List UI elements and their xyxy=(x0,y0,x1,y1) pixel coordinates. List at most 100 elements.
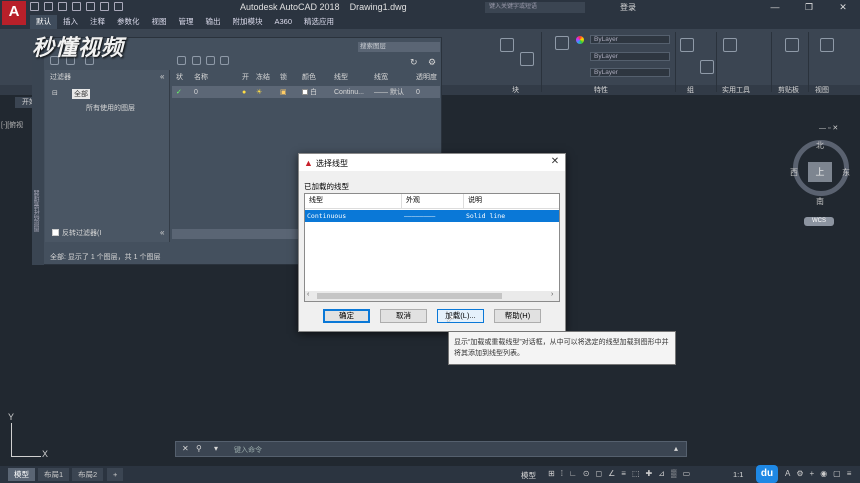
col-linetype[interactable]: 线型 xyxy=(330,72,370,83)
ungroup-icon[interactable] xyxy=(700,60,714,74)
grid-icon[interactable]: ⊞ xyxy=(548,469,555,478)
ucs-icon[interactable]: ⊿ xyxy=(658,469,665,478)
sun-icon[interactable]: ☀ xyxy=(252,88,276,96)
viewport-controls[interactable]: [-][俯视 xyxy=(1,120,23,130)
compass-south[interactable]: 南 xyxy=(816,196,824,207)
linetype-select[interactable]: ByLayer xyxy=(590,68,670,77)
lineweight-select[interactable]: ByLayer xyxy=(590,52,670,61)
ok-button[interactable]: 确定 xyxy=(323,309,370,323)
view-base-icon[interactable] xyxy=(820,38,834,52)
linetype-list-scrollbar[interactable]: ‹ › xyxy=(305,291,559,301)
tab-output[interactable]: 输出 xyxy=(200,15,227,29)
set-current-icon[interactable] xyxy=(220,56,229,65)
dynamic-input-icon[interactable]: ▭ xyxy=(683,469,691,478)
annotation-visibility-icon[interactable]: A xyxy=(785,469,790,478)
compass-north[interactable]: 北 xyxy=(816,140,824,151)
recent-commands-icon[interactable]: ▾ xyxy=(214,444,218,453)
layer-linetype[interactable]: Continu... xyxy=(330,89,370,96)
ortho-icon[interactable]: ∟ xyxy=(569,469,577,478)
isolate-icon[interactable]: ◉ xyxy=(820,469,827,478)
tab-featured-apps[interactable]: 精选应用 xyxy=(298,15,340,29)
filter-all-used-layers[interactable]: 所有使用的图层 xyxy=(86,103,135,113)
scrollbar-thumb[interactable] xyxy=(317,293,502,299)
col-on[interactable]: 开 xyxy=(238,72,252,83)
ribbon-group-block[interactable]: 块 xyxy=(512,85,519,95)
annotation-monitor-icon[interactable]: ✚ xyxy=(646,469,653,478)
model-space-button[interactable]: 模型 xyxy=(521,470,536,481)
selection-cycling-icon[interactable]: ⬚ xyxy=(632,469,640,478)
tab-home[interactable]: 默认 xyxy=(30,15,57,29)
tab-parametric[interactable]: 参数化 xyxy=(111,15,146,29)
filter-all[interactable]: 全部 xyxy=(72,89,90,99)
wcs-menu[interactable]: WCS xyxy=(804,217,834,226)
cancel-button[interactable]: 取消 xyxy=(380,309,427,323)
scroll-left-icon[interactable]: ‹ xyxy=(307,291,309,298)
layer-color[interactable]: 白 xyxy=(298,87,330,97)
scroll-right-icon[interactable]: › xyxy=(551,291,553,298)
new-layer-icon[interactable] xyxy=(177,56,186,65)
otrack-icon[interactable]: ∠ xyxy=(608,469,615,478)
tab-a360[interactable]: A360 xyxy=(269,15,299,29)
layer-transparency[interactable]: 0 xyxy=(412,89,440,96)
redo-icon[interactable] xyxy=(114,2,123,11)
col-linetype[interactable]: 线型 xyxy=(305,194,402,208)
command-input[interactable]: 键入命令 xyxy=(234,445,262,455)
app-menu-button[interactable]: A xyxy=(2,1,26,25)
delete-layer-icon[interactable] xyxy=(206,56,215,65)
restore-icon[interactable]: ❐ xyxy=(792,0,826,15)
osnap-icon[interactable]: ◻ xyxy=(595,469,602,478)
collapse-filter-icon[interactable]: « xyxy=(160,228,164,237)
plus-icon[interactable]: + xyxy=(810,469,815,478)
paste-icon[interactable] xyxy=(785,38,799,52)
measure-icon[interactable] xyxy=(723,38,737,52)
layer-name[interactable]: 0 xyxy=(190,89,238,96)
ribbon-group-group[interactable]: 组 xyxy=(687,85,694,95)
save-icon[interactable] xyxy=(58,2,67,11)
ribbon-group-properties[interactable]: 特性 xyxy=(594,85,608,95)
col-color[interactable]: 颜色 xyxy=(298,72,330,83)
transparency-icon[interactable]: ▒ xyxy=(671,469,677,478)
ribbon-group-clipboard[interactable]: 剪贴板 xyxy=(778,85,799,95)
layer-search-input[interactable]: 搜索图层 xyxy=(358,42,440,52)
clean-screen-icon[interactable]: ▢ xyxy=(833,469,841,478)
load-button[interactable]: 加载(L)... xyxy=(437,309,484,323)
match-properties-icon[interactable] xyxy=(555,36,569,50)
tab-layout1[interactable]: 布局1 xyxy=(38,468,70,481)
save-as-icon[interactable] xyxy=(72,2,81,11)
tab-manage[interactable]: 管理 xyxy=(173,15,200,29)
color-wheel-icon[interactable] xyxy=(576,36,584,44)
close-icon[interactable]: ✕ xyxy=(826,0,860,15)
help-search-input[interactable]: 键入关键字或短语 xyxy=(485,2,585,13)
col-description[interactable]: 说明 xyxy=(464,194,559,208)
col-freeze[interactable]: 冻结 xyxy=(252,72,276,83)
tab-addins[interactable]: 附加模块 xyxy=(227,15,269,29)
col-appearance[interactable]: 外观 xyxy=(402,194,464,208)
refresh-icon[interactable]: ↻ xyxy=(410,57,418,68)
close-icon[interactable]: ✕ xyxy=(182,444,189,453)
collapse-filter-icon[interactable]: « xyxy=(160,72,164,81)
customization-icon[interactable]: ≡ xyxy=(847,469,852,478)
snap-icon[interactable]: ⁞ xyxy=(561,469,563,478)
settings-icon[interactable]: ⚙ xyxy=(428,57,436,68)
polar-icon[interactable]: ⊙ xyxy=(583,469,590,478)
annotation-scale[interactable]: 1:1 xyxy=(733,470,743,479)
col-lineweight[interactable]: 线宽 xyxy=(370,72,412,83)
col-name[interactable]: 名称 xyxy=(190,72,238,83)
col-transparency[interactable]: 透明度 xyxy=(412,72,440,83)
color-select[interactable]: ByLayer xyxy=(590,35,670,44)
help-button[interactable]: 帮助(H) xyxy=(494,309,541,323)
insert-block-icon[interactable] xyxy=(500,38,514,52)
viewcube-top-face[interactable]: 上 xyxy=(808,162,832,182)
undo-icon[interactable] xyxy=(100,2,109,11)
workspace-icon[interactable]: ⚙ xyxy=(796,469,803,478)
plot-icon[interactable] xyxy=(86,2,95,11)
new-layer-vp-frozen-icon[interactable] xyxy=(192,56,201,65)
unlock-icon[interactable]: ▣ xyxy=(276,88,298,96)
layer-row[interactable]: ✓ 0 ● ☀ ▣ 白 Continu... —— 默认 0 xyxy=(172,86,440,98)
viewport-window-controls[interactable]: — ▫ ✕ xyxy=(819,124,838,132)
col-status[interactable]: 状 xyxy=(172,72,190,83)
tab-layout2[interactable]: 布局2 xyxy=(72,468,104,481)
compass-east[interactable]: 东 xyxy=(842,167,850,178)
compass-west[interactable]: 西 xyxy=(790,167,798,178)
tab-view[interactable]: 视图 xyxy=(146,15,173,29)
